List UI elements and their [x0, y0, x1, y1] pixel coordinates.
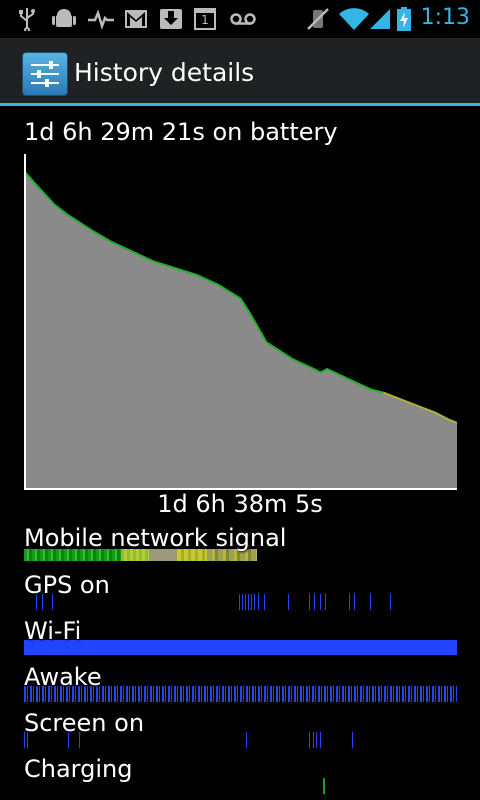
wifi-icon [339, 8, 369, 30]
action-bar-divider [0, 103, 480, 106]
gps-on-label: GPS on [24, 571, 110, 599]
mobile-network-signal-label: Mobile network signal [24, 524, 287, 552]
pulse-icon [88, 9, 114, 30]
on-battery-duration: 1d 6h 29m 21s on battery [24, 118, 338, 146]
activity-tick [242, 594, 243, 610]
activity-tick [254, 594, 255, 610]
activity-tick [352, 732, 353, 748]
cell-signal-icon [370, 9, 390, 29]
calendar-day: 1 [201, 13, 209, 27]
activity-tick [264, 594, 265, 610]
battery-level-graph [24, 154, 457, 490]
wifi-label: Wi-Fi [24, 617, 82, 645]
clock: 1:13 [420, 5, 470, 30]
activity-tick [370, 594, 371, 610]
download-icon [160, 9, 182, 29]
activity-tick [251, 594, 252, 610]
activity-tick [288, 594, 289, 610]
voicemail-icon [230, 13, 256, 25]
gmail-icon [125, 10, 147, 28]
activity-tick [316, 732, 317, 748]
activity-tick [390, 594, 391, 610]
activity-tick [320, 594, 321, 610]
sliders-icon [31, 61, 59, 87]
activity-tick [325, 594, 326, 610]
usb-icon [19, 8, 35, 31]
page-title: History details [74, 58, 255, 87]
ringer-muted-icon [307, 8, 329, 30]
calendar-icon: 1 [194, 8, 216, 30]
battery-charging-icon [397, 7, 411, 31]
activity-tick [314, 594, 315, 610]
activity-tick [313, 732, 314, 748]
android-debug-icon [52, 9, 76, 27]
activity-tick [246, 732, 247, 748]
activity-tick [258, 594, 259, 610]
activity-tick [309, 594, 310, 610]
activity-tick [349, 594, 350, 610]
activity-tick [309, 732, 310, 748]
activity-tick [320, 732, 321, 748]
activity-tick [248, 594, 249, 610]
awake-label: Awake [24, 663, 102, 691]
settings-app-icon[interactable] [22, 52, 68, 96]
activity-tick [239, 594, 240, 610]
screen-on-label: Screen on [24, 709, 145, 737]
status-bar: 1 1:13 [0, 0, 480, 38]
battery-level-area [24, 170, 457, 490]
activity-tick [354, 594, 355, 610]
activity-tick [245, 594, 246, 610]
charging-label: Charging [24, 755, 133, 783]
total-time-label: 1d 6h 38m 5s [157, 490, 323, 518]
action-bar: History details [0, 38, 480, 106]
wifi-bar [24, 640, 457, 655]
